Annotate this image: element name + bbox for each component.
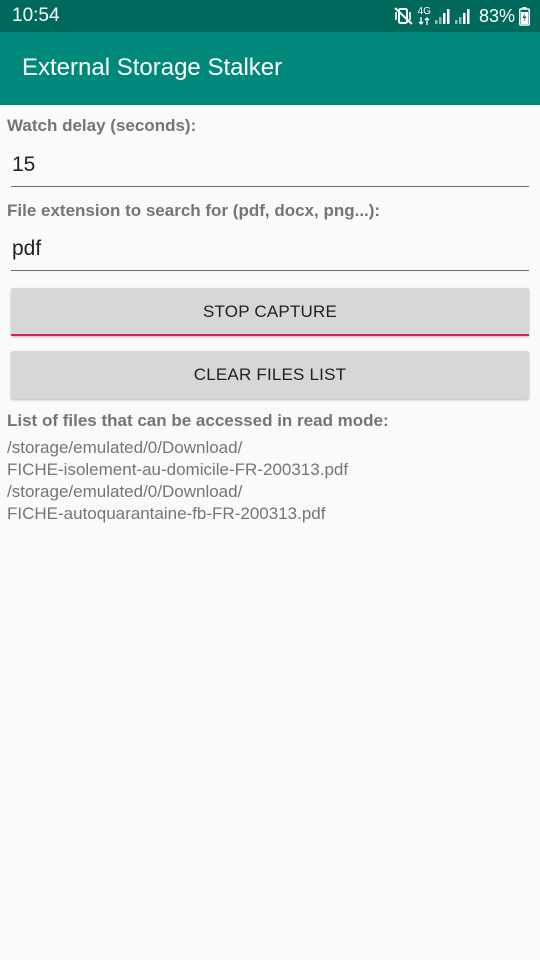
stop-capture-button[interactable]: STOP CAPTURE bbox=[11, 288, 529, 336]
files-list-heading: List of files that can be accessed in re… bbox=[7, 411, 389, 430]
clear-files-list-button[interactable]: CLEAR FILES LIST bbox=[11, 351, 529, 399]
battery-icon bbox=[519, 6, 530, 26]
watch-delay-label: Watch delay (seconds): bbox=[7, 116, 197, 135]
file-name-line: FICHE-autoquarantaine-fb-FR-200313.pdf bbox=[7, 504, 326, 523]
file-extension-label: File extension to search for (pdf, docx,… bbox=[7, 201, 381, 220]
file-extension-field-wrap bbox=[11, 230, 529, 271]
file-path-line: /storage/emulated/0/Download/ bbox=[7, 482, 243, 501]
file-name-line: FICHE-isolement-au-domicile-FR-200313.pd… bbox=[7, 460, 349, 479]
network-label: 4G bbox=[417, 6, 431, 17]
app-title: External Storage Stalker bbox=[22, 54, 283, 81]
focus-indicator bbox=[11, 334, 529, 336]
watch-delay-field-wrap bbox=[11, 146, 529, 187]
watch-delay-input[interactable] bbox=[11, 146, 522, 184]
status-icons: 4G 83% bbox=[393, 5, 530, 27]
file-extension-input[interactable] bbox=[11, 230, 522, 268]
app-bar: External Storage Stalker bbox=[0, 32, 540, 105]
status-bar: 10:54 4G 83% bbox=[0, 0, 540, 32]
network-4g-icon: 4G bbox=[418, 7, 431, 25]
signal-icon bbox=[434, 8, 475, 24]
status-time: 10:54 bbox=[12, 5, 60, 26]
stop-capture-label: STOP CAPTURE bbox=[202, 302, 338, 321]
battery-text: 83% bbox=[478, 5, 515, 26]
mute-vibrate-icon bbox=[393, 7, 414, 25]
clear-files-list-label: CLEAR FILES LIST bbox=[193, 365, 347, 384]
files-list: /storage/emulated/0/Download/ FICHE-isol… bbox=[7, 437, 532, 525]
file-path-line: /storage/emulated/0/Download/ bbox=[7, 438, 243, 457]
